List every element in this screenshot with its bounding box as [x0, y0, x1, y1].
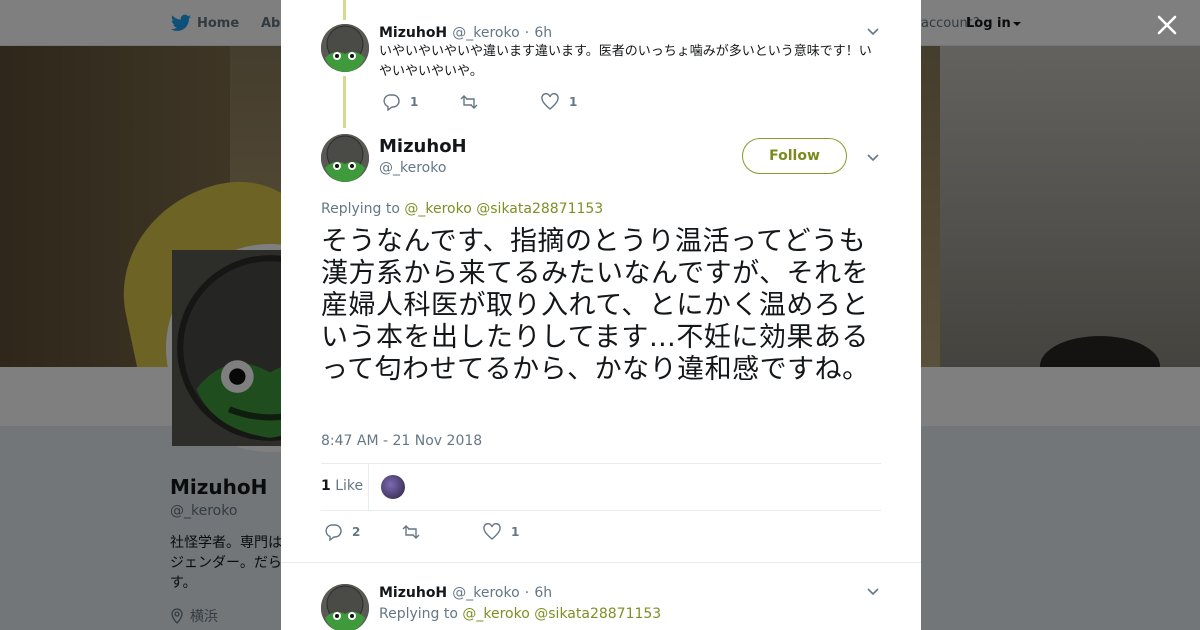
- reply-button[interactable]: 1: [382, 93, 418, 111]
- divider: [281, 562, 921, 563]
- close-icon[interactable]: [1155, 13, 1179, 37]
- reply-icon: [383, 94, 400, 111]
- mention-link[interactable]: @sikata28871153: [476, 201, 603, 217]
- replying-to: Replying to @_keroko @sikata28871153: [379, 606, 661, 622]
- tweet-author-name[interactable]: MizuhoH: [379, 136, 467, 157]
- tweet-author-name[interactable]: MizuhoH: [379, 585, 447, 601]
- mention-link[interactable]: @_keroko: [462, 606, 529, 622]
- replying-to-label: Replying to: [379, 606, 458, 622]
- divider: [368, 464, 369, 510]
- like-button[interactable]: 1: [541, 93, 577, 111]
- likes-count: 1: [321, 478, 331, 494]
- tweet-time[interactable]: 6h: [534, 25, 552, 41]
- divider: [321, 510, 881, 511]
- tweet-text: いやいやいやいや違います違います。医者のいっちょ噛みが多いという意味です！いやい…: [379, 44, 872, 79]
- thread-line: [343, 0, 346, 20]
- likes-label: Like: [335, 478, 364, 494]
- dot-separator: ·: [524, 585, 530, 601]
- avatar[interactable]: [321, 24, 369, 72]
- retweet-button[interactable]: [460, 93, 478, 111]
- reply-icon: [325, 524, 342, 541]
- mention-link[interactable]: @sikata28871153: [534, 606, 661, 622]
- liker-avatar[interactable]: [381, 475, 405, 499]
- tweet-header: MizuhoH @_keroko · 6h: [379, 22, 552, 41]
- reply-count: 1: [410, 95, 419, 109]
- thread-line: [343, 76, 346, 128]
- tweet-time[interactable]: 6h: [534, 585, 552, 601]
- avatar[interactable]: [321, 134, 369, 182]
- avatar[interactable]: [321, 584, 369, 630]
- reply-count: 2: [352, 525, 361, 539]
- retweet-icon: [460, 95, 478, 109]
- tweet-header: MizuhoH @_keroko · 6h: [379, 582, 552, 601]
- tweet-text: そうなんです、指摘のとうり温活ってどうも漢方系から来てるみたいなんですが、それを…: [321, 226, 870, 385]
- retweet-icon: [402, 525, 420, 539]
- tweet-modal: MizuhoH @_keroko · 6h いやいやいやいや違います違います。医…: [281, 0, 921, 630]
- likes-stat[interactable]: 1 Like: [321, 478, 363, 494]
- tweet-author-handle[interactable]: @_keroko: [379, 160, 446, 176]
- heart-icon: [483, 523, 501, 540]
- reply-button[interactable]: 2: [324, 523, 360, 541]
- chevron-down-icon[interactable]: [866, 150, 880, 164]
- tweet-author-handle[interactable]: @_keroko: [452, 585, 519, 601]
- tweet-author-handle[interactable]: @_keroko: [452, 25, 519, 41]
- chevron-down-icon[interactable]: [866, 584, 880, 598]
- chevron-down-icon[interactable]: [866, 24, 880, 38]
- follow-button[interactable]: Follow: [742, 138, 847, 174]
- mention-link[interactable]: @_keroko: [404, 201, 471, 217]
- retweet-button[interactable]: [402, 523, 420, 541]
- like-button[interactable]: 1: [483, 523, 519, 541]
- like-count: 1: [511, 525, 520, 539]
- dot-separator: ·: [524, 25, 530, 41]
- replying-to-label: Replying to: [321, 201, 400, 217]
- heart-icon: [541, 93, 559, 110]
- like-count: 1: [569, 95, 578, 109]
- tweet-author-name[interactable]: MizuhoH: [379, 25, 447, 41]
- replying-to: Replying to @_keroko @sikata28871153: [321, 201, 603, 217]
- tweet-timestamp[interactable]: 8:47 AM - 21 Nov 2018: [321, 433, 482, 449]
- divider: [321, 463, 881, 464]
